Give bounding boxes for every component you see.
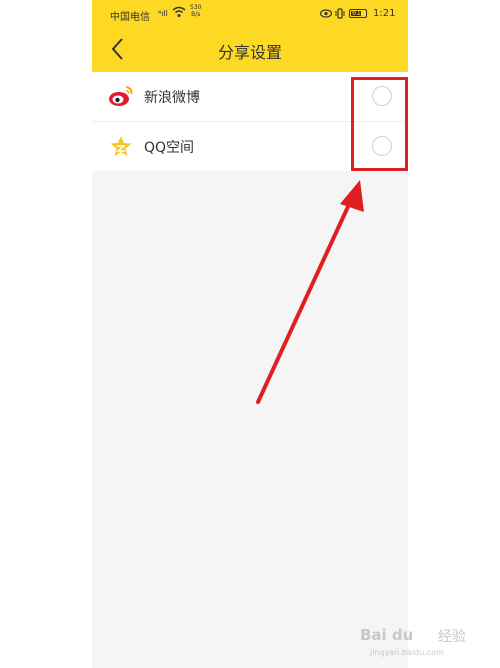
baidu-watermark: Bai du 经验 jingyan.baidu.com [360, 612, 490, 662]
net-speed-value: 530 [190, 4, 202, 11]
annotation-highlight-box [351, 77, 408, 171]
share-option-label: 新浪微博 [144, 90, 200, 106]
watermark-brand: Bai du [360, 626, 414, 644]
app-header: 中国电信 ⁴ıll 530 B/s 61 1:21 分享设置 [92, 0, 408, 72]
qzone-star-icon [110, 136, 132, 156]
status-time: 1:21 [373, 8, 396, 19]
status-bar: 中国电信 ⁴ıll 530 B/s 61 1:21 [92, 0, 408, 26]
signal-icon: ⁴ıll [158, 9, 168, 18]
share-option-label: QQ空间 [144, 140, 195, 156]
wifi-icon [172, 6, 186, 17]
battery-icon: 61 [349, 9, 367, 18]
annotation-arrow-icon [256, 180, 364, 404]
net-speed: 530 B/s [190, 4, 201, 18]
carrier-name: 中国电信 [110, 12, 150, 23]
page-title: 分享设置 [217, 43, 282, 62]
eye-comfort-icon [320, 9, 332, 18]
vibrate-icon [335, 8, 345, 19]
watermark-url: jingyan.baidu.com [370, 648, 444, 657]
watermark-sub: 经验 [438, 629, 466, 645]
net-speed-unit: B/s [191, 11, 201, 18]
battery-text: 61 [352, 9, 361, 17]
weibo-icon [109, 86, 133, 106]
